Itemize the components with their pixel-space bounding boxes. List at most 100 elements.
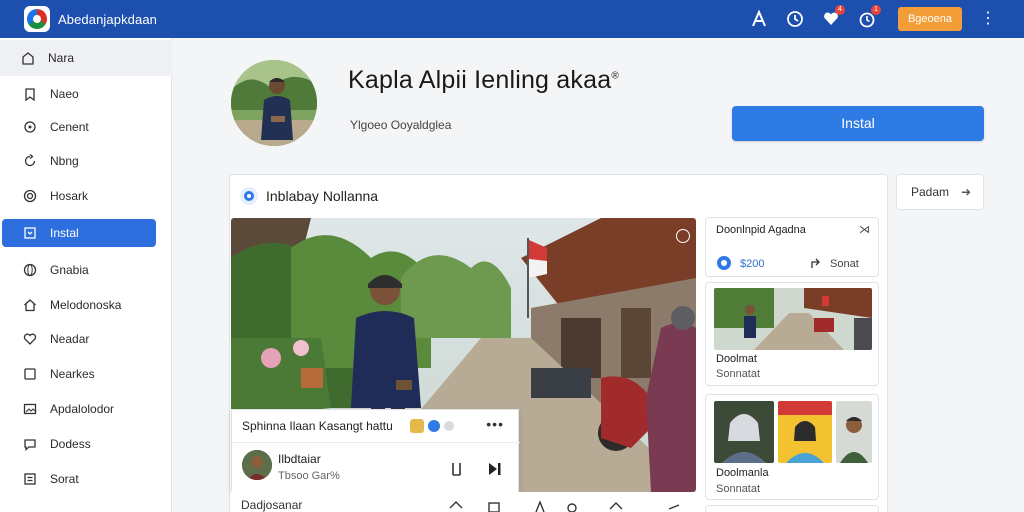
cursor-icon[interactable] bbox=[533, 500, 547, 512]
notification-badge: 4 bbox=[834, 5, 845, 15]
coin-icon bbox=[717, 256, 731, 270]
globe-icon bbox=[22, 262, 38, 278]
more-options-icon[interactable]: ••• bbox=[486, 416, 504, 432]
related-thumbnail bbox=[836, 401, 872, 463]
video-badges bbox=[410, 419, 454, 433]
dot-icon bbox=[444, 421, 454, 431]
top-bar: Abedanjapkdaan 4 1 Bgeoena ⋮ bbox=[0, 0, 1024, 38]
related-title: Doolmanla bbox=[716, 467, 769, 479]
share-icon[interactable] bbox=[667, 500, 681, 512]
house-icon bbox=[22, 297, 38, 313]
share-icon[interactable] bbox=[810, 256, 824, 270]
video-card[interactable]: Sphinna Ilaan Kasangt hattu ••• Ilbdtaia… bbox=[231, 409, 520, 493]
sidebar-item-melodonoska[interactable]: Melodonoska bbox=[2, 291, 156, 319]
page-title: Kapla Alpii Ienling akaa® bbox=[348, 66, 619, 94]
image-icon bbox=[22, 401, 38, 417]
sidebar-item-label: Naeo bbox=[50, 87, 79, 101]
home-icon bbox=[20, 50, 36, 66]
sidebar-item-instal[interactable]: Instal bbox=[2, 219, 156, 247]
settings-icon[interactable] bbox=[676, 229, 690, 243]
sidebar-item-hosark[interactable]: Hosark bbox=[2, 182, 156, 210]
sidebar-item-label: Nearkes bbox=[50, 367, 95, 381]
sidebar-item-nara[interactable]: Nara bbox=[0, 40, 172, 76]
related-thumbnail bbox=[714, 288, 872, 350]
bookmark-icon bbox=[22, 86, 38, 102]
video-meta: Tbsoo Gar% bbox=[278, 470, 340, 482]
sidebar-item-label: Dodess bbox=[50, 437, 91, 451]
video-title: Sphinna Ilaan Kasangt hattu bbox=[242, 419, 393, 433]
panel-heading-label: Inblabay Nollanna bbox=[266, 188, 379, 204]
sidebar-item-apdalolodor[interactable]: Apdalolodor bbox=[2, 395, 156, 423]
related-subtitle: Sonnatat bbox=[716, 483, 761, 495]
house-icon[interactable] bbox=[449, 500, 463, 512]
square-icon[interactable] bbox=[487, 500, 501, 512]
download-icon bbox=[22, 225, 38, 241]
related-card[interactable]: Doolmanla Sonnatat bbox=[705, 394, 879, 500]
related-subtitle: Sonnatat bbox=[716, 368, 761, 380]
sidebar-item-label: Neadar bbox=[50, 332, 90, 346]
award-icon bbox=[410, 419, 424, 433]
related-card[interactable]: Doolmat Sonnatat bbox=[705, 282, 879, 386]
top-actions: 4 1 Bgeoena ⋮ bbox=[748, 0, 1024, 38]
offer-card[interactable]: Doonlnpid Agadna ⋊ $200 Sonat bbox=[705, 217, 879, 277]
heart-icon[interactable]: 4 bbox=[820, 5, 845, 30]
app-badge-icon bbox=[240, 187, 258, 205]
install-button[interactable]: Instal bbox=[732, 106, 984, 141]
offer-price: $200 bbox=[740, 258, 765, 270]
notification-badge: 1 bbox=[870, 5, 881, 15]
circle-icon bbox=[22, 119, 38, 135]
sidebar-item-label: Hosark bbox=[50, 189, 89, 203]
divider bbox=[232, 442, 520, 443]
related-thumbnail bbox=[714, 401, 774, 463]
bottom-row-label: Dadjosanar bbox=[241, 498, 303, 512]
panel-heading: Inblabay Nollanna bbox=[240, 184, 378, 208]
next-track-icon[interactable] bbox=[486, 460, 504, 478]
sidebar-item-gnabia[interactable]: Gnabia bbox=[2, 256, 156, 284]
page-subtitle: Ylgoeo Ooyaldglea bbox=[350, 118, 452, 132]
sidebar-item-dodess[interactable]: Dodess bbox=[2, 430, 156, 458]
letter-a-icon[interactable] bbox=[748, 8, 770, 30]
sidebar-item-nbng[interactable]: Nbng bbox=[2, 147, 156, 175]
house-icon[interactable] bbox=[609, 500, 623, 512]
channel-avatar[interactable] bbox=[242, 450, 272, 480]
sidebar: Nara Naeo Cenent Nbng Hosark Instal Gnab… bbox=[0, 38, 172, 512]
sidebar-item-cenent[interactable]: Cenent bbox=[2, 113, 156, 141]
close-icon[interactable]: ⋊ bbox=[859, 223, 870, 236]
app-title: Abedanjapkdaan bbox=[58, 11, 157, 27]
sidebar-item-label: Nbng bbox=[50, 154, 79, 168]
related-title: Doolmat bbox=[716, 353, 757, 365]
arrow-right-icon: ➜ bbox=[960, 185, 971, 199]
related-thumbnail bbox=[778, 401, 832, 463]
search-icon[interactable] bbox=[565, 500, 579, 512]
pause-icon[interactable] bbox=[448, 460, 466, 478]
app-logo-icon[interactable] bbox=[24, 6, 50, 32]
square-icon bbox=[22, 366, 38, 382]
verified-icon bbox=[428, 420, 440, 432]
offer-subtitle: Sonat bbox=[830, 258, 859, 270]
channel-name: Ilbdtaiar bbox=[278, 452, 321, 466]
top-action-button[interactable]: Bgeoena bbox=[897, 7, 962, 31]
chat-icon bbox=[22, 436, 38, 452]
app-avatar bbox=[231, 60, 317, 146]
sidebar-item-label: Gnabia bbox=[50, 263, 89, 277]
sidebar-item-label: Sorat bbox=[50, 472, 79, 486]
offer-title: Doonlnpid Agadna bbox=[716, 224, 806, 236]
sidebar-item-label: Melodonoska bbox=[50, 298, 122, 312]
related-card-partial[interactable] bbox=[705, 505, 879, 512]
more-menu-icon[interactable]: ⋮ bbox=[980, 8, 996, 30]
timer-icon[interactable]: 1 bbox=[856, 5, 881, 30]
list-icon bbox=[22, 471, 38, 487]
heart-icon bbox=[22, 331, 38, 347]
sidebar-item-label: Nara bbox=[48, 51, 75, 65]
sidebar-item-nearkes[interactable]: Nearkes bbox=[2, 360, 156, 388]
sidebar-item-label: Instal bbox=[50, 226, 79, 240]
side-navigation-button[interactable]: Padam ➜ bbox=[896, 174, 984, 210]
sidebar-item-naeo[interactable]: Naeo bbox=[2, 80, 156, 108]
bottom-row: Dadjosanar bbox=[231, 492, 696, 512]
side-button-label: Padam bbox=[911, 185, 950, 199]
target-icon bbox=[22, 188, 38, 204]
sidebar-item-sorat[interactable]: Sorat bbox=[2, 465, 156, 493]
refresh-icon bbox=[22, 153, 38, 169]
clock-icon[interactable] bbox=[784, 8, 806, 30]
sidebar-item-neadar[interactable]: Neadar bbox=[2, 325, 156, 353]
